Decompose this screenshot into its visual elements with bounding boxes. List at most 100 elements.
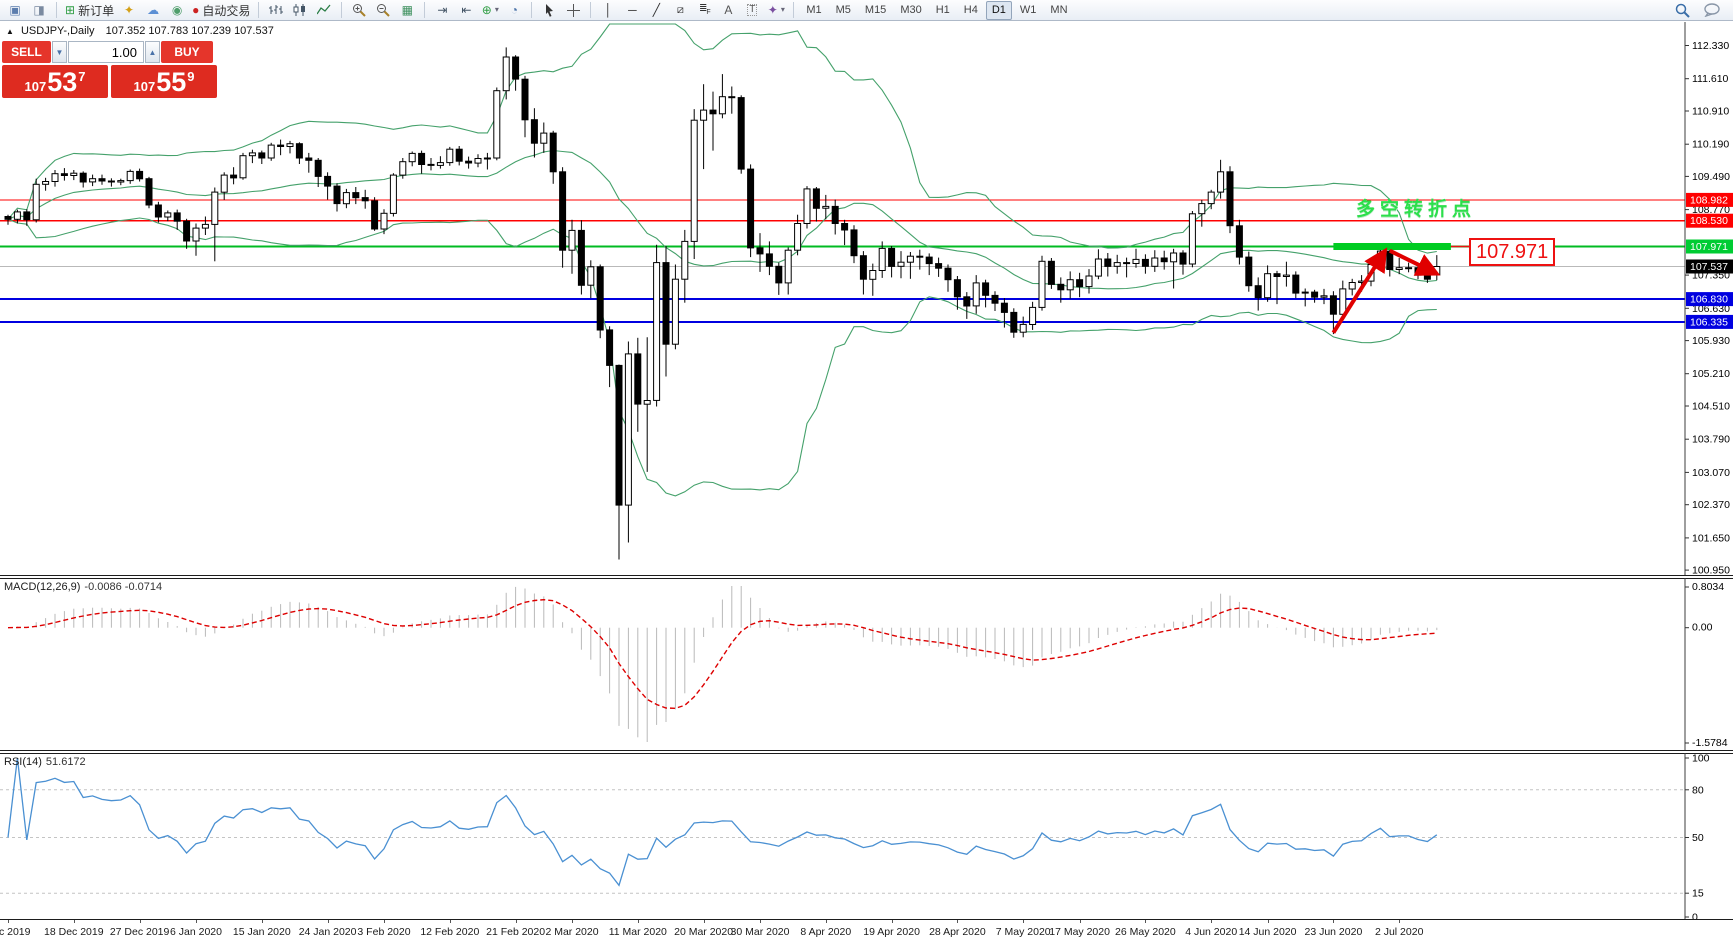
auto-scroll-button[interactable]: ⇥ <box>431 1 453 19</box>
text-tool-button[interactable]: A <box>717 1 739 19</box>
cursor-tool-button[interactable] <box>538 1 560 19</box>
date-label: 26 May 2020 <box>1115 926 1176 938</box>
date-tick <box>450 920 451 923</box>
tf-d1-button[interactable]: D1 <box>986 1 1012 20</box>
add-indicator-button[interactable]: ⊕▾ <box>479 1 501 19</box>
buy-button[interactable]: BUY <box>161 41 213 63</box>
channel-icon: ⧄ <box>677 5 684 16</box>
chart-shift-button[interactable]: ⇤ <box>455 1 477 19</box>
sell-price-prefix: 107 <box>25 79 47 94</box>
toolbar-separator <box>424 2 425 18</box>
symbol-timeframe-label: USDJPY-,Daily <box>21 25 95 37</box>
buy-price-big: 55 <box>156 70 186 96</box>
level-price-box[interactable]: 107.971 <box>1469 238 1555 266</box>
date-label: 3 Feb 2020 <box>357 926 410 938</box>
crosshair-icon <box>567 4 580 17</box>
date-label: 30 Mar 2020 <box>731 926 790 938</box>
date-tick <box>8 920 9 923</box>
crosshair-tool-button[interactable] <box>562 1 584 19</box>
vertical-line-icon: │ <box>605 4 613 16</box>
tf-m5-button[interactable]: M5 <box>830 1 857 20</box>
tf-m30-button[interactable]: M30 <box>894 1 927 20</box>
community-button[interactable]: ☁ <box>142 1 164 19</box>
candle-chart-button[interactable] <box>289 1 311 19</box>
tf-w1-button[interactable]: W1 <box>1014 1 1043 20</box>
ohlc-values: 107.352 107.783 107.239 107.537 <box>106 25 274 37</box>
sell-button[interactable]: SELL <box>2 41 51 63</box>
rsi-line <box>8 758 1437 885</box>
date-label: 2 Mar 2020 <box>545 926 598 938</box>
tile-windows-button[interactable]: ▦ <box>396 1 418 19</box>
toolbar-separator <box>258 2 259 18</box>
tf-m15-button[interactable]: M15 <box>859 1 892 20</box>
arrows-tool-button[interactable]: ✦▾ <box>765 1 787 19</box>
macd-panel[interactable]: 0.80340.00-1.5784 <box>0 578 1733 750</box>
buy-price-display[interactable]: 107 55 9 <box>111 65 217 98</box>
price-tick-label: 111.610 <box>1692 73 1729 85</box>
signals-button[interactable]: ◉ <box>166 1 188 19</box>
date-label: 11 Mar 2020 <box>609 926 667 938</box>
date-tick <box>1268 920 1269 923</box>
volume-decrease-button[interactable]: ▼ <box>52 41 67 63</box>
volume-increase-button[interactable]: ▲ <box>145 41 160 63</box>
line-chart-button[interactable] <box>313 1 335 19</box>
vline-tool-button[interactable]: │ <box>597 1 619 19</box>
autotrading-icon: ● <box>192 4 199 16</box>
date-label: Dec 2019 <box>0 926 30 938</box>
fibonacci-tool-button[interactable]: ≣F <box>693 1 715 19</box>
new-order-label: 新订单 <box>78 2 114 19</box>
price-tick-label: 110.190 <box>1692 139 1729 151</box>
zoom-out-icon <box>376 3 390 17</box>
buy-price-pip: 9 <box>187 69 194 84</box>
metaeditor-button[interactable]: ✦ <box>118 1 140 19</box>
rsi-tick-label: 0 <box>1692 912 1698 920</box>
macd-axis: 0.80340.00-1.5784 <box>1685 578 1728 750</box>
pivot-annotation-text[interactable]: 多空转折点 <box>1356 194 1476 221</box>
search-button[interactable] <box>1671 1 1693 19</box>
zoom-out-button[interactable] <box>372 1 394 19</box>
toolbar-separator <box>793 2 794 18</box>
new-order-button[interactable]: ⊞ 新订单 <box>63 1 116 19</box>
label-tool-button[interactable]: T <box>741 1 763 19</box>
date-axis[interactable]: Dec 201918 Dec 201927 Dec 20196 Jan 2020… <box>0 919 1733 941</box>
text-label-icon: T <box>747 4 757 16</box>
periods-button[interactable]: ◔ <box>503 1 525 19</box>
toolbar-right-group <box>1671 1 1729 19</box>
date-tick <box>516 920 517 923</box>
tf-h4-button[interactable]: H4 <box>958 1 984 20</box>
bar-chart-button[interactable] <box>265 1 287 19</box>
sell-price-display[interactable]: 107 53 7 <box>2 65 108 98</box>
date-tick <box>1211 920 1212 923</box>
rsi-tick-label: 50 <box>1692 832 1704 844</box>
date-label: 14 Jun 2020 <box>1239 926 1297 938</box>
toolbar-separator <box>590 2 591 18</box>
price-tick-label: 104.510 <box>1692 401 1730 413</box>
new-chart-button[interactable]: ▣ <box>4 1 26 19</box>
chat-button[interactable] <box>1701 1 1723 19</box>
tf-m1-button[interactable]: M1 <box>800 1 827 20</box>
tf-h1-button[interactable]: H1 <box>930 1 956 20</box>
main-price-chart[interactable]: 112.330111.610110.910110.190109.490108.7… <box>0 22 1733 575</box>
candle-chart-icon <box>293 4 307 16</box>
rsi-panel[interactable]: 1008050150 <box>0 753 1733 919</box>
one-click-trading-panel: SELL ▼ ▲ BUY 107 53 7 107 55 9 <box>2 41 217 98</box>
tf-mn-button[interactable]: MN <box>1044 1 1073 20</box>
date-tick <box>262 920 263 923</box>
hline-tool-button[interactable]: ─ <box>621 1 643 19</box>
channel-tool-button[interactable]: ⧄ <box>669 1 691 19</box>
price-tick-label: 105.210 <box>1692 368 1730 380</box>
macd-label: MACD(12,26,9)-0.0086 -0.0714 <box>4 581 162 593</box>
oneclick-toggle-icon[interactable]: ▲ <box>6 27 14 36</box>
autotrading-label: 自动交易 <box>202 2 250 19</box>
date-tick <box>957 920 958 923</box>
volume-input[interactable] <box>68 41 144 63</box>
date-tick <box>74 920 75 923</box>
date-label: 12 Feb 2020 <box>420 926 479 938</box>
date-label: 6 Jan 2020 <box>170 926 222 938</box>
profiles-button[interactable]: ◨ <box>28 1 50 19</box>
date-label: 23 Jun 2020 <box>1304 926 1362 938</box>
zoom-in-button[interactable] <box>348 1 370 19</box>
autotrading-button[interactable]: ● 自动交易 <box>190 1 252 19</box>
trendline-tool-button[interactable]: ╱ <box>645 1 667 19</box>
profiles-icon: ◨ <box>33 4 44 16</box>
